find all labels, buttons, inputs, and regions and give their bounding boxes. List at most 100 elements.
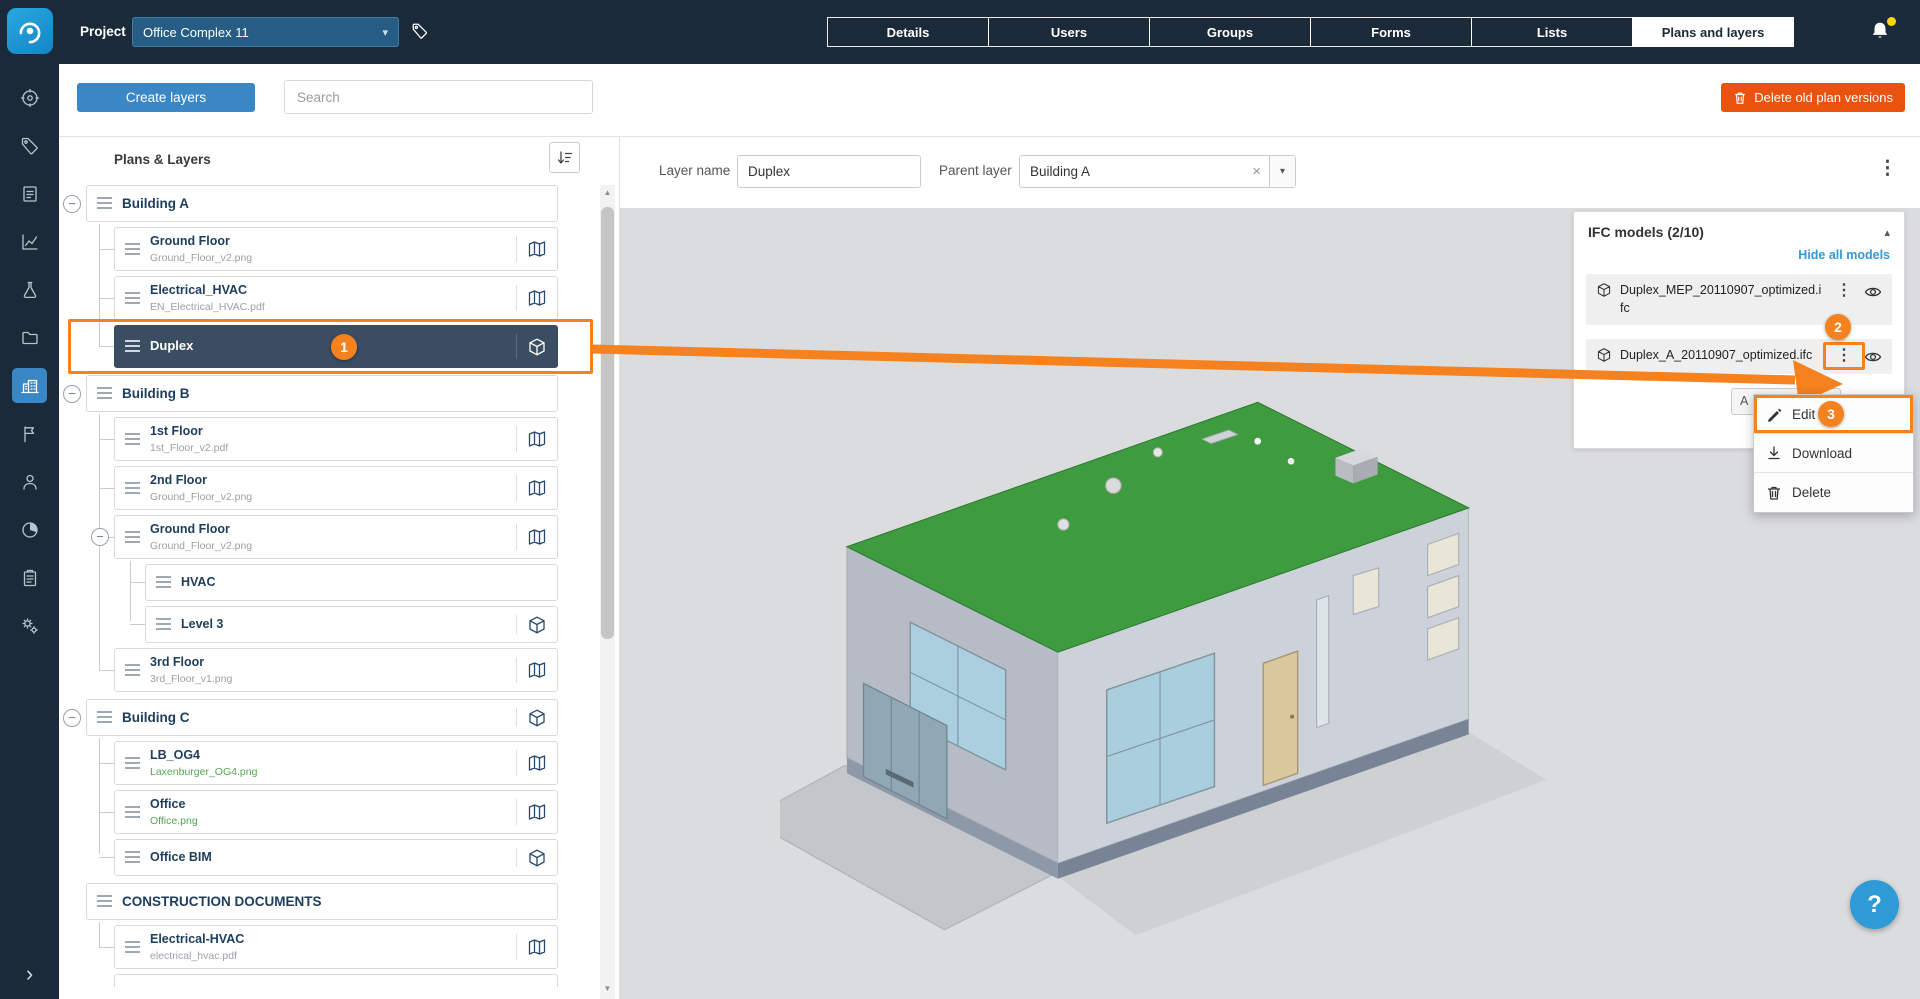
- drag-handle-icon[interactable]: [125, 941, 140, 954]
- sidebar-item-reports[interactable]: [12, 512, 47, 547]
- drag-handle-icon[interactable]: [125, 851, 140, 864]
- drag-handle-icon[interactable]: [97, 895, 112, 908]
- cube-icon[interactable]: [527, 337, 547, 357]
- layer-row[interactable]: Electrical_HVAC EN_Electrical_HVAC.pdf: [114, 276, 558, 320]
- sidebar-item-plans[interactable]: [12, 368, 47, 403]
- layer-row-duplex-selected[interactable]: Duplex 1: [114, 325, 558, 368]
- tree-group-header[interactable]: Building B: [86, 375, 558, 412]
- app-logo[interactable]: [7, 8, 53, 54]
- collapse-toggle[interactable]: −: [63, 709, 81, 727]
- tree-group-header[interactable]: Building A: [86, 185, 558, 222]
- layer-row[interactable]: Office Office.png: [114, 790, 558, 834]
- sidebar-item-tags[interactable]: [12, 128, 47, 163]
- layer-row[interactable]: Ground Floor Ground_Floor_v2.png: [114, 227, 558, 271]
- map-icon[interactable]: [527, 527, 547, 547]
- sidebar-item-documents[interactable]: [12, 320, 47, 355]
- map-icon[interactable]: [527, 429, 547, 449]
- chevron-down-icon[interactable]: ▾: [1269, 156, 1295, 187]
- tab-forms[interactable]: Forms: [1310, 17, 1472, 47]
- menu-item-download[interactable]: Download: [1754, 434, 1913, 473]
- drag-handle-icon[interactable]: [125, 340, 140, 353]
- layer-row[interactable]: Level 3: [145, 606, 558, 643]
- drag-handle-icon[interactable]: [125, 292, 140, 305]
- map-icon[interactable]: [527, 660, 547, 680]
- layer-row[interactable]: Ground Floor Ground_Floor_v2.png: [114, 515, 558, 559]
- tab-groups[interactable]: Groups: [1149, 17, 1311, 47]
- model-menu-kebab[interactable]: ⋮: [1832, 282, 1856, 300]
- menu-item-delete[interactable]: Delete: [1754, 473, 1913, 512]
- ifc-model-item[interactable]: Duplex_A_20110907_optimized.ifc ⋮ 2: [1586, 339, 1892, 374]
- cube-icon[interactable]: [527, 615, 547, 635]
- collapse-toggle[interactable]: −: [91, 528, 109, 546]
- collapse-panel-icon[interactable]: ▴: [1884, 226, 1890, 239]
- tab-plans-and-layers[interactable]: Plans and layers: [1632, 17, 1794, 47]
- map-icon[interactable]: [527, 802, 547, 822]
- eye-icon[interactable]: [1864, 283, 1882, 301]
- cube-icon[interactable]: [527, 708, 547, 728]
- sidebar-item-statistics[interactable]: [12, 224, 47, 259]
- layer-row[interactable]: LB_OG4 Laxenburger_OG4.png: [114, 741, 558, 785]
- layer-row[interactable]: Electrical-HVAC electrical_hvac.pdf: [114, 925, 558, 969]
- collapse-toggle[interactable]: −: [63, 385, 81, 403]
- tab-details[interactable]: Details: [827, 17, 989, 47]
- parent-layer-select[interactable]: Building A × ▾: [1019, 155, 1296, 188]
- sidebar-item-templates[interactable]: [12, 560, 47, 595]
- scroll-down-icon[interactable]: ▼: [600, 981, 615, 996]
- tree-group-header[interactable]: CONSTRUCTION DOCUMENTS: [86, 883, 558, 920]
- layers-tree: − Building A Ground Floor Ground_Floor_v…: [86, 185, 558, 992]
- layer-options-kebab[interactable]: ⋮: [1878, 157, 1897, 180]
- layer-row[interactable]: 2nd Floor Ground_Floor_v2.png: [114, 466, 558, 510]
- drag-handle-icon[interactable]: [125, 482, 140, 495]
- sidebar-item-radar[interactable]: [12, 80, 47, 115]
- drag-handle-icon[interactable]: [125, 433, 140, 446]
- clear-selection-icon[interactable]: ×: [1244, 163, 1269, 180]
- layer-row[interactable]: Office BIM: [114, 839, 558, 876]
- tab-users[interactable]: Users: [988, 17, 1150, 47]
- map-icon[interactable]: [527, 239, 547, 259]
- drag-handle-icon[interactable]: [125, 757, 140, 770]
- drag-handle-icon[interactable]: [156, 618, 171, 631]
- menu-item-edit[interactable]: Edit 3: [1754, 395, 1913, 434]
- layer-row[interactable]: HVAC: [145, 564, 558, 601]
- sidebar-expand-chevron[interactable]: ›: [0, 963, 59, 985]
- tree-scrollbar[interactable]: ▲ ▼: [600, 185, 615, 999]
- tree-group-header[interactable]: Building C: [86, 699, 558, 736]
- sidebar-item-tickets[interactable]: [12, 416, 47, 451]
- tab-lists[interactable]: Lists: [1471, 17, 1633, 47]
- project-selector[interactable]: Office Complex 11 ▾: [132, 17, 399, 47]
- help-button[interactable]: ?: [1850, 880, 1899, 929]
- model-menu-kebab[interactable]: ⋮: [1832, 347, 1856, 365]
- scroll-up-icon[interactable]: ▲: [600, 185, 615, 200]
- drag-handle-icon[interactable]: [156, 576, 171, 589]
- layer-name-input[interactable]: [737, 155, 921, 188]
- create-layers-button[interactable]: Create layers: [77, 83, 255, 112]
- search-input[interactable]: [284, 80, 593, 114]
- drag-handle-icon[interactable]: [125, 531, 140, 544]
- map-icon[interactable]: [527, 937, 547, 957]
- hide-all-models-link[interactable]: Hide all models: [1574, 248, 1904, 270]
- drag-handle-icon[interactable]: [125, 243, 140, 256]
- layer-row-partial[interactable]: [114, 974, 558, 987]
- project-tags-button[interactable]: [411, 22, 429, 45]
- layer-row[interactable]: 1st Floor 1st_Floor_v2.pdf: [114, 417, 558, 461]
- delete-old-plan-versions-button[interactable]: Delete old plan versions: [1721, 83, 1905, 112]
- map-icon[interactable]: [527, 753, 547, 773]
- cube-icon[interactable]: [527, 848, 547, 868]
- notifications-button[interactable]: [1869, 20, 1893, 44]
- layer-row[interactable]: 3rd Floor 3rd_Floor_v1.png: [114, 648, 558, 692]
- scrollbar-thumb[interactable]: [601, 207, 614, 639]
- sort-button[interactable]: [549, 142, 580, 173]
- sidebar-item-lab[interactable]: [12, 272, 47, 307]
- eye-icon[interactable]: [1864, 348, 1882, 366]
- sidebar-item-forms[interactable]: [12, 176, 47, 211]
- sidebar-item-contacts[interactable]: [12, 464, 47, 499]
- sidebar-item-settings[interactable]: [12, 608, 47, 643]
- drag-handle-icon[interactable]: [97, 387, 112, 400]
- drag-handle-icon[interactable]: [125, 806, 140, 819]
- drag-handle-icon[interactable]: [125, 664, 140, 677]
- drag-handle-icon[interactable]: [97, 711, 112, 724]
- map-icon[interactable]: [527, 288, 547, 308]
- map-icon[interactable]: [527, 478, 547, 498]
- collapse-toggle[interactable]: −: [63, 195, 81, 213]
- drag-handle-icon[interactable]: [97, 197, 112, 210]
